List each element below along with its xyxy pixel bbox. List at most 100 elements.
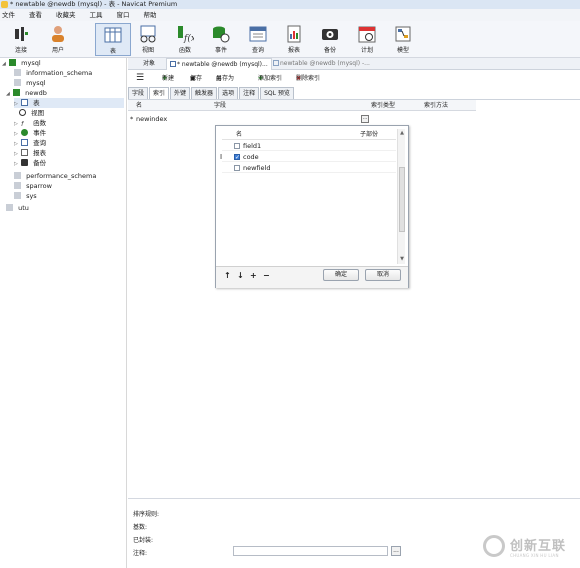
editor-toolbar: ☰ ✚ 新建 ▣ 保存 ▤ 另存为 ✚ 添加索引 ✖ 删除索引 bbox=[128, 72, 580, 86]
scroll-down-icon[interactable]: ▼ bbox=[398, 256, 406, 262]
picker-row-field1[interactable]: field1 bbox=[222, 141, 396, 151]
col-index-method[interactable]: 索引方法 bbox=[424, 100, 448, 111]
move-down-button[interactable]: ↓ bbox=[237, 271, 244, 280]
remove-field-button[interactable]: − bbox=[263, 271, 270, 280]
picker-row-code[interactable]: I code bbox=[220, 152, 396, 163]
query-icon bbox=[21, 139, 29, 146]
query-button[interactable]: 查询 bbox=[240, 23, 276, 56]
tab-triggers[interactable]: 触发器 bbox=[191, 87, 218, 99]
comment-input[interactable] bbox=[233, 546, 388, 556]
hamburger-menu-icon[interactable]: ☰ bbox=[136, 71, 144, 85]
connection-icon bbox=[6, 204, 13, 211]
tab-fields[interactable]: 字段 bbox=[128, 87, 149, 99]
query-icon bbox=[249, 25, 267, 43]
backup-button[interactable]: 备份 bbox=[312, 23, 348, 56]
checkbox-checked[interactable] bbox=[234, 153, 240, 163]
tab-sql-preview[interactable]: SQL 预览 bbox=[260, 87, 294, 99]
user-button[interactable]: 用户 bbox=[40, 23, 76, 56]
tab-comments[interactable]: 注释 bbox=[239, 87, 260, 99]
connect-button[interactable]: 连接 bbox=[3, 23, 39, 56]
picker-header: 名 子部份 bbox=[222, 130, 396, 140]
tab-options[interactable]: 选项 bbox=[218, 87, 239, 99]
picker-scrollbar[interactable]: ▲ ▼ bbox=[397, 129, 405, 264]
add-field-button[interactable]: + bbox=[250, 271, 257, 280]
col-fields[interactable]: 字段 bbox=[214, 100, 226, 111]
table-icon bbox=[273, 60, 279, 66]
tree-tables[interactable]: ▷ 表 bbox=[14, 98, 124, 108]
comment-edit-button[interactable]: ... bbox=[391, 546, 401, 556]
tree-functions[interactable]: ▷ f 函数 bbox=[14, 118, 46, 128]
comment-label: 注释: bbox=[133, 550, 148, 557]
fields-picker-button[interactable]: ... bbox=[361, 115, 369, 123]
tab-foreign-keys[interactable]: 外键 bbox=[170, 87, 191, 99]
function-button[interactable]: f(x) 函数 bbox=[167, 23, 203, 56]
col-name[interactable]: 名 bbox=[136, 100, 142, 111]
tree-connection-mysql[interactable]: ◢ mysql bbox=[2, 58, 41, 68]
tree-db-information-schema[interactable]: information_schema bbox=[14, 68, 92, 78]
tree-events[interactable]: ▷ 事件 bbox=[14, 128, 46, 138]
move-up-button[interactable]: ↑ bbox=[224, 271, 231, 280]
window-title: * newtable @newdb (mysql) - 表 - Navicat … bbox=[10, 0, 178, 8]
event-button[interactable]: 事件 bbox=[203, 23, 239, 56]
tree-db-sparrow[interactable]: sparrow bbox=[14, 181, 52, 191]
picker-col-subpart: 子部份 bbox=[360, 131, 379, 138]
menu-favorites[interactable]: 收藏夹 bbox=[54, 9, 81, 21]
user-icon bbox=[49, 25, 67, 43]
schedule-button[interactable]: 计划 bbox=[349, 23, 385, 56]
expand-icon[interactable]: ◢ bbox=[2, 59, 7, 69]
tree-reports[interactable]: ▷ 报表 bbox=[14, 148, 46, 158]
report-button[interactable]: 报表 bbox=[276, 23, 312, 56]
table-label: 表 bbox=[109, 48, 116, 55]
checkbox[interactable] bbox=[234, 165, 240, 171]
menu-file[interactable]: 文件 bbox=[0, 9, 20, 21]
user-label: 用户 bbox=[51, 47, 64, 54]
view-button[interactable]: 视图 bbox=[130, 23, 166, 56]
tree-db-performance-schema[interactable]: performance_schema bbox=[14, 171, 96, 181]
model-icon bbox=[394, 25, 412, 43]
tab-indexes[interactable]: 索引 bbox=[149, 87, 170, 99]
expand-icon[interactable]: ◢ bbox=[6, 89, 11, 99]
table-row[interactable]: * newindex ... bbox=[128, 114, 476, 124]
table-button[interactable]: 表 bbox=[95, 23, 131, 56]
tab-newtable[interactable]: newtable @newdb (mysql) -... bbox=[270, 58, 373, 70]
function-icon: f bbox=[21, 121, 24, 128]
packed-label: 已封装: bbox=[133, 537, 154, 544]
event-label: 事件 bbox=[214, 47, 227, 54]
title-bar: * newtable @newdb (mysql) - 表 - Navicat … bbox=[0, 0, 580, 9]
picker-row-newfield[interactable]: newfield bbox=[222, 163, 396, 173]
tree-views[interactable]: 视图 bbox=[19, 108, 44, 118]
tab-newtable-modified[interactable]: * newtable @newdb (mysql)... bbox=[166, 58, 272, 70]
backup-label: 备份 bbox=[323, 47, 336, 54]
ok-button[interactable]: 确定 bbox=[323, 269, 359, 281]
menu-view[interactable]: 查看 bbox=[27, 9, 47, 21]
col-index-type[interactable]: 索引类型 bbox=[371, 100, 395, 111]
tree-queries[interactable]: ▷ 查询 bbox=[14, 138, 46, 148]
model-button[interactable]: 模型 bbox=[385, 23, 421, 56]
sort-rule-label: 排序规则: bbox=[133, 511, 160, 518]
app-icon bbox=[1, 1, 8, 8]
checkbox[interactable] bbox=[234, 143, 240, 149]
database-icon bbox=[14, 172, 21, 179]
query-label: 查询 bbox=[251, 47, 264, 54]
tree-connection-utu[interactable]: utu bbox=[6, 203, 29, 213]
table-icon bbox=[21, 99, 29, 106]
scroll-up-icon[interactable]: ▲ bbox=[398, 130, 406, 136]
tree-db-sys[interactable]: sys bbox=[14, 191, 37, 201]
tab-objects[interactable]: 对象 bbox=[140, 58, 158, 70]
event-icon bbox=[21, 129, 29, 136]
schedule-label: 计划 bbox=[360, 47, 373, 54]
database-icon bbox=[13, 89, 21, 96]
index-name-cell[interactable]: newindex bbox=[136, 114, 167, 124]
cardinality-label: 基数: bbox=[133, 524, 148, 531]
database-icon bbox=[14, 192, 21, 199]
design-subtabs: 字段 索引 外键 触发器 选项 注释 SQL 预览 bbox=[128, 87, 295, 99]
scroll-thumb[interactable] bbox=[399, 167, 405, 232]
tree-db-mysql[interactable]: mysql bbox=[14, 78, 46, 88]
cancel-button[interactable]: 取消 bbox=[365, 269, 401, 281]
text-cursor-icon: I bbox=[220, 153, 223, 161]
tree-db-newdb[interactable]: ◢ newdb bbox=[6, 88, 47, 98]
menu-tools[interactable]: 工具 bbox=[88, 9, 108, 21]
menu-window[interactable]: 窗口 bbox=[115, 9, 135, 21]
menu-help[interactable]: 帮助 bbox=[142, 9, 162, 21]
tree-backups[interactable]: ▷ 备份 bbox=[14, 158, 46, 168]
